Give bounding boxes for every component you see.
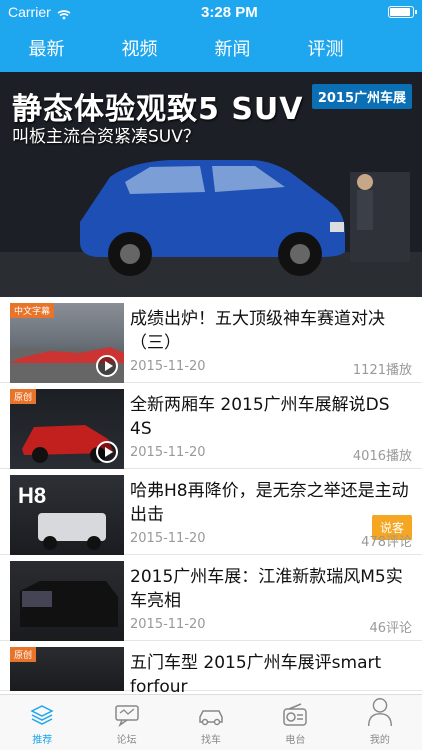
wifi-icon xyxy=(57,7,71,20)
svg-text:H8: H8 xyxy=(18,483,46,508)
layers-icon xyxy=(30,705,54,725)
status-time: 3:28 PM xyxy=(201,3,258,21)
article-meta: 2015-11-20 1121播放 xyxy=(130,359,412,378)
article-date: 2015-11-20 xyxy=(130,445,206,460)
article-stat: 1121播放 xyxy=(352,363,412,378)
list-item[interactable]: 中文字幕 成绩出炉！五大顶级神车赛道对决（三） 2015-11-20 1121播… xyxy=(0,297,422,383)
bottom-tabbar: 推荐 论坛 找车 电台 我的 xyxy=(0,694,422,750)
thumbnail: H8 xyxy=(10,475,124,555)
tabbar-label: 我的 xyxy=(369,735,390,746)
list-item[interactable]: 原创 五门车型 2015广州车展评smart forfour xyxy=(0,641,422,697)
list-item[interactable]: 2015广州车展：江淮新款瑞风M5实车亮相 2015-11-20 46评论 xyxy=(0,555,422,641)
app-header: Carrier 3:28 PM 最新 视频 新闻 评测 xyxy=(0,0,422,72)
top-tabs: 最新 视频 新闻 评测 xyxy=(0,24,422,72)
tabbar-label: 论坛 xyxy=(116,735,137,746)
article-stat: 478评论 xyxy=(361,535,412,550)
tab-video[interactable]: 视频 xyxy=(93,35,186,61)
article-title: 五门车型 2015广州车展评smart forfour xyxy=(130,653,382,697)
article-meta: 2015-11-20 478评论 xyxy=(130,531,412,550)
article-title: 哈弗H8再降价，是无奈之举还是主动出击 xyxy=(130,481,409,525)
thumbnail: 中文字幕 xyxy=(10,303,124,383)
tabbar-radio[interactable]: 电台 xyxy=(253,695,337,750)
play-icon[interactable] xyxy=(96,441,118,463)
article-meta: 2015-11-20 4016播放 xyxy=(130,445,412,464)
battery-icon xyxy=(387,6,417,18)
tag-badge: 原创 xyxy=(10,389,37,404)
article-list: 中文字幕 成绩出炉！五大顶级神车赛道对决（三） 2015-11-20 1121播… xyxy=(0,297,422,697)
car-icon xyxy=(199,710,223,726)
tabbar-recommend[interactable]: 推荐 xyxy=(0,695,84,750)
list-item[interactable]: 原创 全新两厢车 2015广州车展解说DS 4S 2015-11-20 4016… xyxy=(0,383,422,469)
article-stat: 46评论 xyxy=(369,621,412,636)
tabbar-find-car[interactable]: 找车 xyxy=(169,695,253,750)
thumbnail: 原创 xyxy=(10,647,124,691)
article-title: 成绩出炉！五大顶级神车赛道对决（三） xyxy=(130,309,385,353)
tab-latest[interactable]: 最新 xyxy=(0,35,93,61)
status-bar: Carrier 3:28 PM xyxy=(0,0,422,24)
hero-banner[interactable]: 静态体验观致5 SUV 叫板主流合资紧凑SUV？ 2015广州车展 xyxy=(0,72,422,297)
hero-badge: 2015广州车展 xyxy=(311,84,412,109)
tabbar-forum[interactable]: 论坛 xyxy=(84,695,168,750)
tag-badge: 中文字幕 xyxy=(10,303,55,318)
tab-review[interactable]: 评测 xyxy=(279,35,372,61)
article-meta: 2015-11-20 46评论 xyxy=(130,617,412,636)
tabbar-label: 找车 xyxy=(201,735,222,746)
tab-news[interactable]: 新闻 xyxy=(186,35,279,61)
thumbnail xyxy=(10,561,124,641)
tag-badge: 原创 xyxy=(10,647,37,662)
article-date: 2015-11-20 xyxy=(130,359,206,374)
play-icon[interactable] xyxy=(96,355,118,377)
tabbar-label: 电台 xyxy=(285,735,306,746)
tabbar-mine[interactable]: 我的 xyxy=(338,695,422,750)
thumbnail: 原创 xyxy=(10,389,124,469)
article-date: 2015-11-20 xyxy=(130,531,206,546)
article-date: 2015-11-20 xyxy=(130,617,206,632)
tabbar-label: 推荐 xyxy=(32,735,53,746)
carrier-label: Carrier xyxy=(8,4,51,20)
article-title: 2015广州车展：江淮新款瑞风M5实车亮相 xyxy=(130,567,403,611)
article-title: 全新两厢车 2015广州车展解说DS 4S xyxy=(130,395,390,439)
status-left: Carrier xyxy=(8,4,71,20)
list-item[interactable]: H8 哈弗H8再降价，是无奈之举还是主动出击 说客 2015-11-20 478… xyxy=(0,469,422,555)
radio-icon xyxy=(283,703,308,726)
chat-icon xyxy=(114,705,139,727)
user-icon xyxy=(367,698,392,727)
article-stat: 4016播放 xyxy=(352,449,412,464)
hero-subtitle: 叫板主流合资紧凑SUV？ xyxy=(12,127,200,147)
